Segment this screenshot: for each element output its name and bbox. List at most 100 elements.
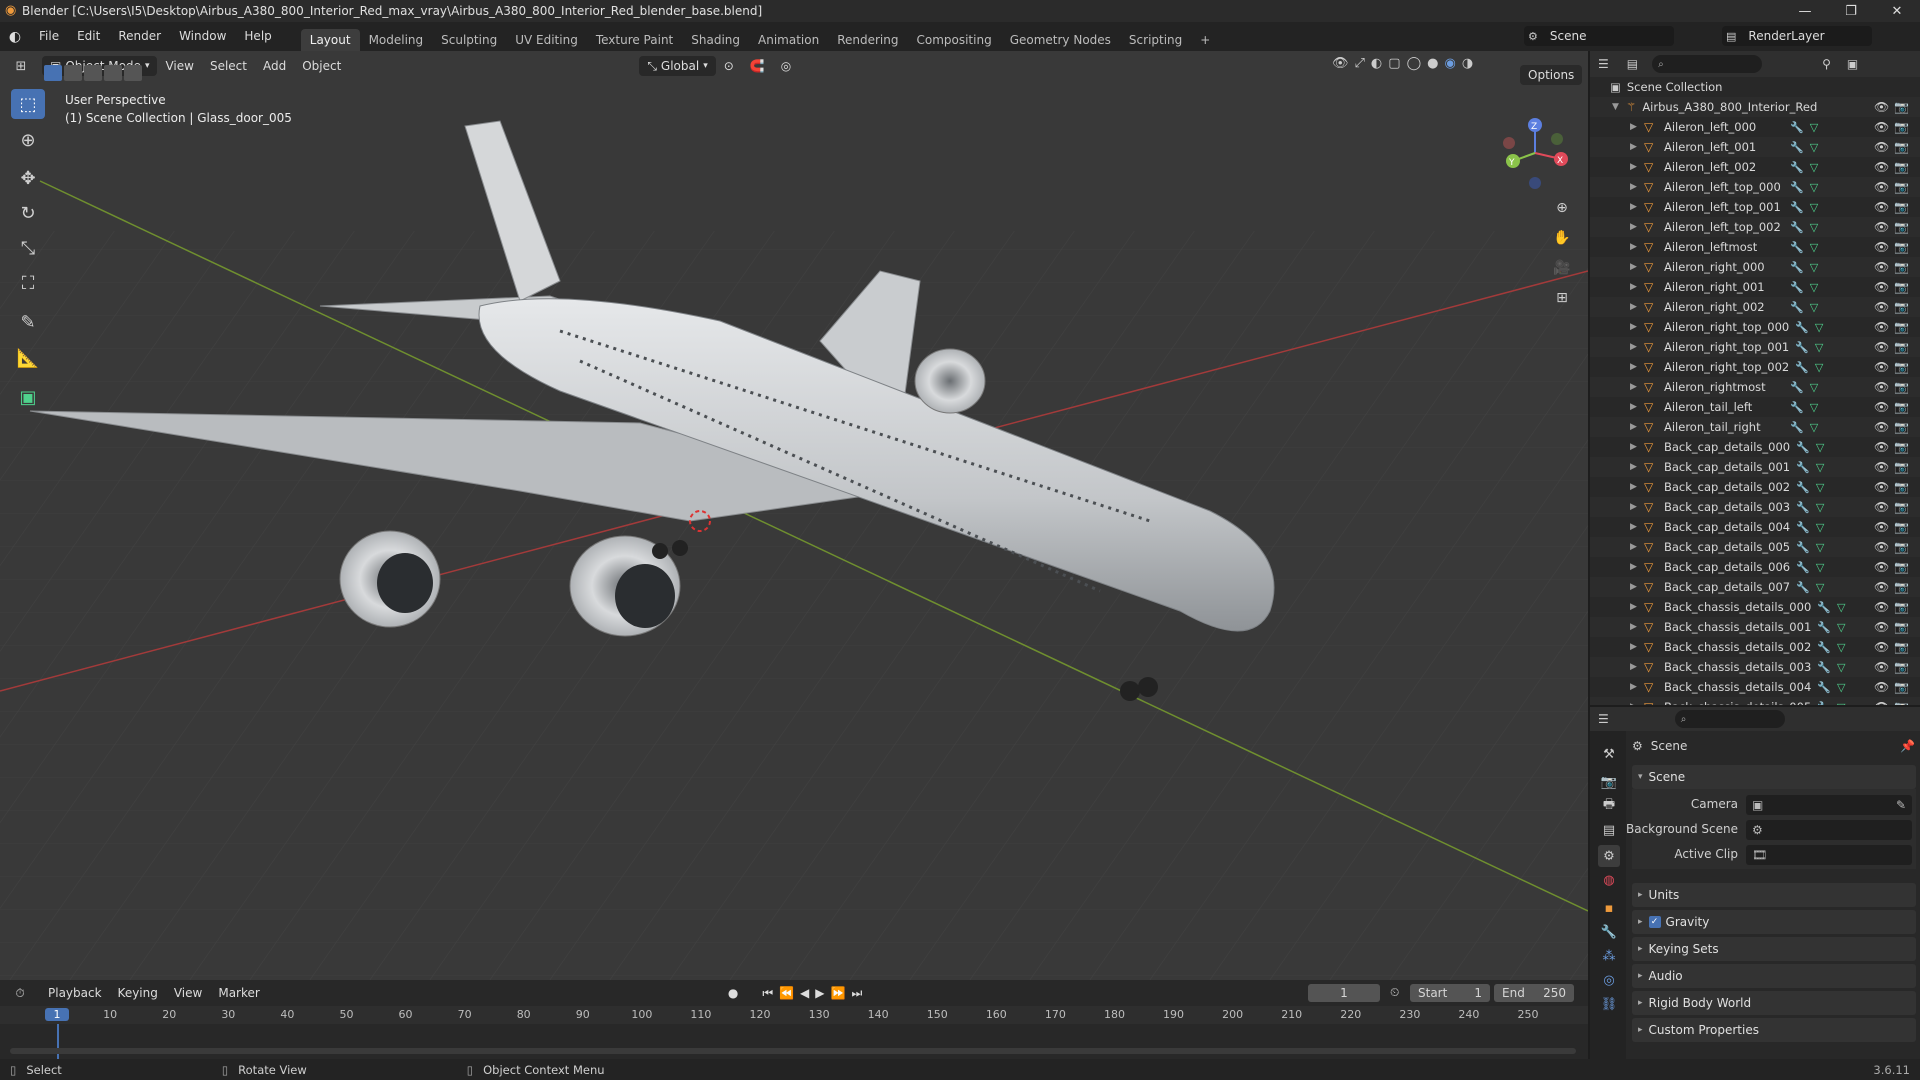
eye-icon[interactable]: 👁 bbox=[1874, 640, 1889, 654]
tab-layout[interactable]: Layout bbox=[300, 29, 360, 51]
frame-ruler[interactable]: 1 10 20 30 40 50 60 70 80 90 100 110 120 130 140 150 160… bbox=[0, 1006, 1588, 1024]
outliner-item[interactable]: ▶ ▽ Aileron_tail_left 🔧 ▽ 👁 📷 bbox=[1590, 397, 1920, 417]
eye-icon[interactable]: 👁 bbox=[1874, 160, 1889, 174]
outliner-item[interactable]: ▶ ▽ Aileron_left_top_000 🔧 ▽ 👁 📷 bbox=[1590, 177, 1920, 197]
constraints-tab-icon[interactable]: ⛓ bbox=[1598, 993, 1620, 1015]
modifier-icon[interactable]: 🔧 bbox=[1817, 641, 1831, 654]
eye-icon[interactable]: 👁 bbox=[1874, 100, 1889, 114]
eye-icon[interactable]: 👁 bbox=[1874, 220, 1889, 234]
eye-icon[interactable]: 👁 bbox=[1874, 380, 1889, 394]
camera-icon[interactable]: 📷 bbox=[1894, 280, 1909, 294]
camera-icon[interactable]: 📷 bbox=[1894, 160, 1909, 174]
timeline-editor-icon[interactable]: ⏱ bbox=[0, 986, 40, 1001]
menu-playback[interactable]: Playback bbox=[40, 986, 110, 1000]
menu-keying[interactable]: Keying bbox=[110, 986, 166, 1000]
expand-arrow-icon[interactable]: ▶ bbox=[1630, 322, 1640, 332]
mesh-data-icon[interactable]: ▽ bbox=[1837, 701, 1845, 706]
mesh-data-icon[interactable]: ▽ bbox=[1810, 161, 1818, 174]
current-frame-field[interactable]: 1 bbox=[1308, 984, 1380, 1002]
eye-icon[interactable]: 👁 bbox=[1874, 580, 1889, 594]
eye-icon[interactable]: 👁 bbox=[1874, 200, 1889, 214]
camera-icon[interactable]: 📷 bbox=[1894, 660, 1909, 674]
eye-icon[interactable]: 👁 bbox=[1874, 600, 1889, 614]
camera-icon[interactable]: 📷 bbox=[1894, 220, 1909, 234]
modifier-icon[interactable]: 🔧 bbox=[1790, 221, 1804, 234]
mesh-data-icon[interactable]: ▽ bbox=[1810, 301, 1818, 314]
grid-view-icon[interactable]: ⊞ bbox=[1549, 285, 1575, 311]
select-extend-icon[interactable] bbox=[64, 65, 82, 81]
modifier-icon[interactable]: 🔧 bbox=[1790, 141, 1804, 154]
select-difference-icon[interactable] bbox=[104, 65, 122, 81]
modifier-icon[interactable]: 🔧 bbox=[1795, 361, 1809, 374]
eye-icon[interactable]: 👁 bbox=[1874, 700, 1889, 705]
camera-icon[interactable]: 📷 bbox=[1894, 640, 1909, 654]
menu-add[interactable]: Add bbox=[255, 59, 294, 73]
camera-icon[interactable]: 📷 bbox=[1894, 620, 1909, 634]
rendered-shading-icon[interactable]: ◑ bbox=[1462, 56, 1473, 71]
3d-viewport[interactable]: ⊞ ▣ Object Mode ▾ View Select Add Object… bbox=[0, 51, 1588, 980]
outliner-item[interactable]: ▶ ▽ Aileron_leftmost 🔧 ▽ 👁 📷 bbox=[1590, 237, 1920, 257]
scene-selector[interactable]: ⚙ Scene bbox=[1524, 26, 1674, 46]
world-tab-icon[interactable]: ◍ bbox=[1598, 869, 1620, 891]
outliner-item[interactable]: ▶ ▽ Aileron_right_002 🔧 ▽ 👁 📷 bbox=[1590, 297, 1920, 317]
tab-texture-paint[interactable]: Texture Paint bbox=[587, 29, 682, 51]
mesh-data-icon[interactable]: ▽ bbox=[1810, 381, 1818, 394]
eye-icon[interactable]: 👁 bbox=[1874, 340, 1889, 354]
mesh-data-icon[interactable]: ▽ bbox=[1810, 181, 1818, 194]
material-shading-icon[interactable]: ◉ bbox=[1444, 56, 1455, 71]
eye-icon[interactable]: 👁 bbox=[1874, 560, 1889, 574]
outliner-item[interactable]: ▶ ▽ Back_chassis_details_005 🔧 ▽ 👁 📷 bbox=[1590, 697, 1920, 705]
camera-icon[interactable]: 📷 bbox=[1894, 480, 1909, 494]
mesh-data-icon[interactable]: ▽ bbox=[1816, 521, 1824, 534]
pin-icon[interactable]: 📌 bbox=[1900, 739, 1915, 753]
mesh-data-icon[interactable]: ▽ bbox=[1816, 501, 1824, 514]
eye-icon[interactable]: 👁 bbox=[1874, 420, 1889, 434]
custom-properties-panel-header[interactable]: ▸ Custom Properties bbox=[1632, 1018, 1916, 1042]
mesh-data-icon[interactable]: ▽ bbox=[1810, 261, 1818, 274]
expand-arrow-icon[interactable]: ▶ bbox=[1630, 602, 1640, 612]
blender-menu-icon[interactable]: ◐ bbox=[0, 29, 30, 45]
modifier-icon[interactable]: 🔧 bbox=[1790, 241, 1804, 254]
minimize-icon[interactable]: — bbox=[1782, 0, 1828, 22]
outliner-item[interactable]: ▶ ▽ Aileron_right_top_001 🔧 ▽ 👁 📷 bbox=[1590, 337, 1920, 357]
tab-shading[interactable]: Shading bbox=[682, 29, 749, 51]
outliner-item[interactable]: ▶ ▽ Back_cap_details_005 🔧 ▽ 👁 📷 bbox=[1590, 537, 1920, 557]
camera-icon[interactable]: 📷 bbox=[1894, 500, 1909, 514]
tab-modeling[interactable]: Modeling bbox=[360, 29, 433, 51]
outliner-item[interactable]: ▶ ▽ Aileron_left_001 🔧 ▽ 👁 📷 bbox=[1590, 137, 1920, 157]
expand-arrow-icon[interactable]: ▶ bbox=[1630, 522, 1640, 532]
modifier-icon[interactable]: 🔧 bbox=[1790, 401, 1804, 414]
expand-arrow-icon[interactable]: ▶ bbox=[1630, 682, 1640, 692]
snap-icon[interactable]: 🧲 bbox=[742, 59, 773, 73]
camera-icon[interactable]: 📷 bbox=[1894, 360, 1909, 374]
expand-arrow-icon[interactable]: ▶ bbox=[1630, 462, 1640, 472]
expand-arrow-icon[interactable]: ▶ bbox=[1630, 182, 1640, 192]
menu-marker[interactable]: Marker bbox=[210, 986, 267, 1000]
mesh-data-icon[interactable]: ▽ bbox=[1816, 541, 1824, 554]
scene-collection-row[interactable]: ▣ Scene Collection bbox=[1590, 77, 1920, 97]
camera-icon[interactable]: 📷 bbox=[1894, 180, 1909, 194]
camera-icon[interactable]: 📷 bbox=[1894, 460, 1909, 474]
rotate-tool[interactable]: ↻ bbox=[11, 198, 45, 228]
mesh-data-icon[interactable]: ▽ bbox=[1816, 581, 1824, 594]
expand-arrow-icon[interactable]: ▶ bbox=[1630, 122, 1640, 132]
restore-icon[interactable]: ❐ bbox=[1828, 0, 1874, 22]
eye-icon[interactable]: 👁 bbox=[1874, 520, 1889, 534]
expand-arrow-icon[interactable]: ▶ bbox=[1630, 702, 1640, 705]
transform-tool[interactable]: ⛶ bbox=[11, 268, 45, 298]
modifier-icon[interactable]: 🔧 bbox=[1796, 481, 1810, 494]
mesh-data-icon[interactable]: ▽ bbox=[1810, 141, 1818, 154]
camera-icon[interactable]: 📷 bbox=[1894, 120, 1909, 134]
menu-window[interactable]: Window bbox=[170, 22, 235, 51]
expand-arrow-icon[interactable]: ▶ bbox=[1630, 642, 1640, 652]
modifier-icon[interactable]: 🔧 bbox=[1796, 581, 1810, 594]
outliner-item[interactable]: ▶ ▽ Back_cap_details_001 🔧 ▽ 👁 📷 bbox=[1590, 457, 1920, 477]
eye-icon[interactable]: 👁 bbox=[1874, 300, 1889, 314]
modifier-icon[interactable]: 🔧 bbox=[1795, 321, 1809, 334]
expand-arrow-icon[interactable]: ▶ bbox=[1630, 662, 1640, 672]
particles-tab-icon[interactable]: ⁂ bbox=[1598, 945, 1620, 967]
tab-rendering[interactable]: Rendering bbox=[828, 29, 907, 51]
modifier-icon[interactable]: 🔧 bbox=[1796, 501, 1810, 514]
mesh-data-icon[interactable]: ▽ bbox=[1837, 601, 1845, 614]
expand-arrow-icon[interactable]: ▶ bbox=[1630, 142, 1640, 152]
